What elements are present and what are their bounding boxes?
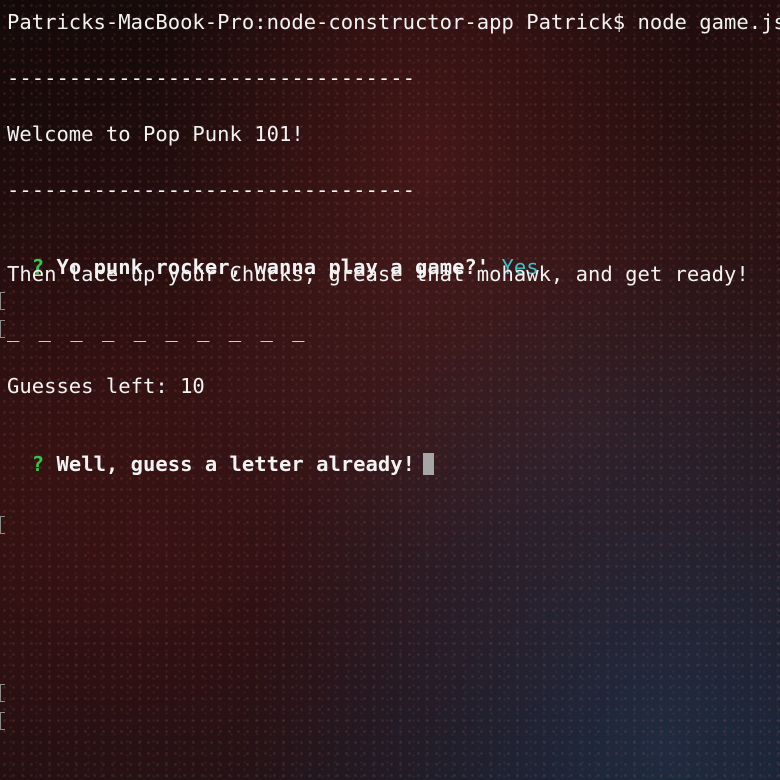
divider-top: --------------------------------- xyxy=(7,66,415,90)
welcome-message: Welcome to Pop Punk 101! xyxy=(7,122,304,146)
line-marker-icon xyxy=(0,292,5,310)
guess-letter-question: Well, guess a letter already! xyxy=(56,451,415,476)
input-cursor[interactable] xyxy=(422,452,434,475)
question-mark-icon: ? xyxy=(31,451,45,476)
guess-letter-prompt: ? Well, guess a letter already! xyxy=(7,432,434,475)
guesses-left: Guesses left: 10 xyxy=(7,374,205,398)
game-response: Then lace up your Chucks, grease that mo… xyxy=(7,262,749,286)
line-marker-icon xyxy=(0,320,5,338)
divider-bottom: --------------------------------- xyxy=(7,178,415,202)
line-marker-icon xyxy=(0,516,5,534)
word-blanks: _ _ _ _ _ _ _ _ _ _ xyxy=(7,318,308,342)
command-line: Patricks-MacBook-Pro:node-constructor-ap… xyxy=(7,10,780,34)
line-marker-icon xyxy=(0,684,5,702)
line-marker-icon xyxy=(0,712,5,730)
